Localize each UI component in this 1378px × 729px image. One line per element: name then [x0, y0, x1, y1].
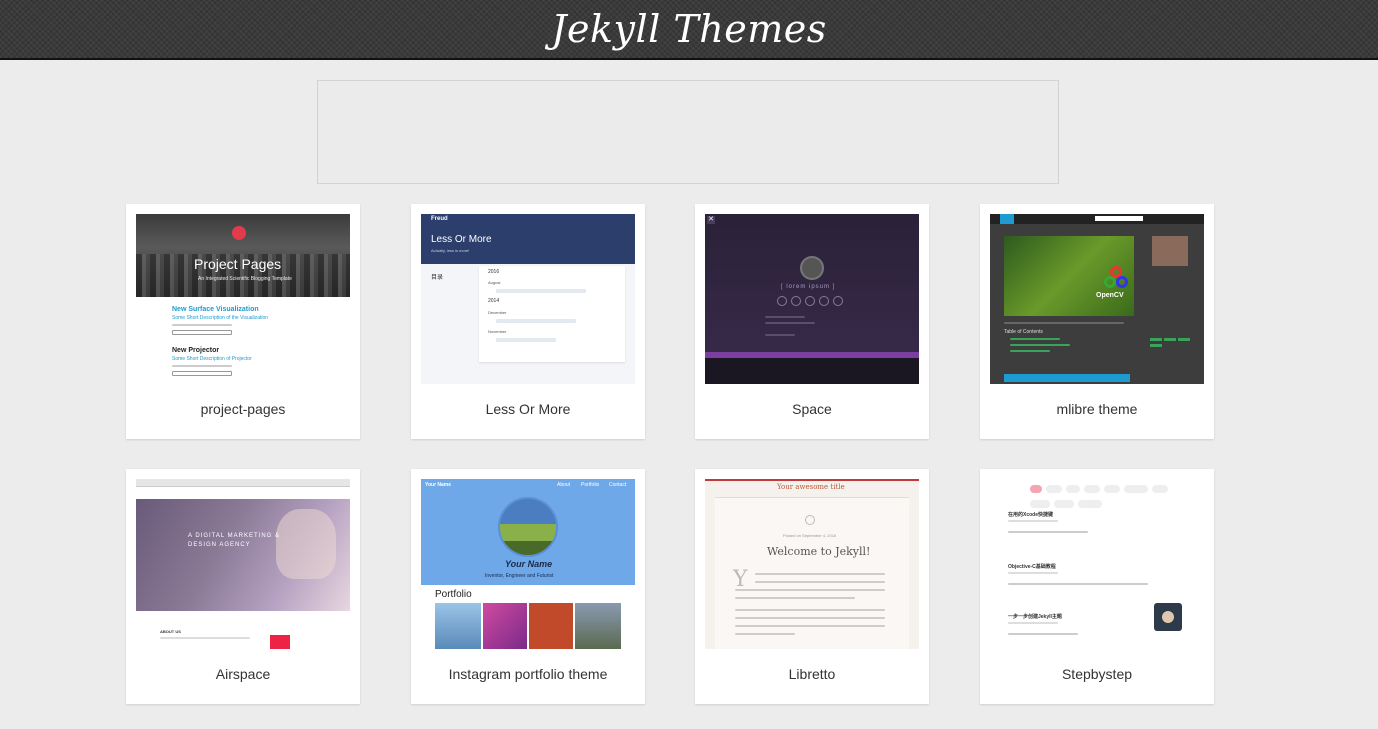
post-subtitle: Some Short Description of the Visualizat… [172, 315, 269, 321]
portfolio-image [435, 603, 481, 649]
post-title: 一步一步创建Jekyll主题 [1008, 614, 1062, 620]
theme-card-libretto[interactable]: Your awesome title Posted on September 4… [695, 469, 929, 704]
theme-card-airspace[interactable]: A DIGITAL MARKETING & DESIGN AGENCY ABOU… [126, 469, 360, 704]
site-title: Your awesome title [777, 483, 845, 491]
theme-thumbnail[interactable]: OpenCV Table of Contents [990, 214, 1204, 384]
theme-thumbnail[interactable]: A DIGITAL MARKETING & DESIGN AGENCY ABOU… [136, 479, 350, 649]
theme-name[interactable]: Space [695, 401, 929, 417]
post-title: New Projector [172, 347, 220, 354]
profile-tagline: Inventor, Engineer and Futurist [485, 573, 554, 579]
social-icon [833, 296, 843, 306]
tag-pill [1078, 500, 1102, 508]
theme-card-stepbystep[interactable]: 在用的Xcode快捷键 Objective-C基础教程 一步一步创建Jekyll… [980, 469, 1214, 704]
hero-title: Project Pages [194, 256, 282, 272]
hero-title: Less Or More [431, 234, 492, 245]
hero-subtitle: An Integrated Scientific Blogging Templa… [198, 276, 292, 282]
theme-card-instagram-portfolio[interactable]: Your Name About Portfolio Contact Your N… [411, 469, 645, 704]
hero-photo: Project Pages An Integrated Scientific B… [136, 214, 350, 297]
hero-banner: Your Name About Portfolio Contact Your N… [421, 479, 635, 585]
hero-line2: DESIGN AGENCY [188, 542, 251, 548]
month-label: August [488, 280, 501, 285]
theme-card-less-or-more[interactable]: Freud Less Or More Actually, less is mor… [411, 204, 645, 439]
post-date: Posted on September 4, 2016 [783, 533, 837, 538]
profile-photo [498, 497, 558, 557]
post-title: 在用的Xcode快捷键 [1008, 512, 1054, 518]
theme-name[interactable]: Libretto [695, 666, 929, 682]
theme-name[interactable]: Stepbystep [980, 666, 1214, 682]
theme-card-project-pages[interactable]: Project Pages An Integrated Scientific B… [126, 204, 360, 439]
profile-name: Your Name [505, 559, 553, 569]
hero-subtitle: Actually, less is more! [431, 248, 470, 253]
post-title: Welcome to Jekyll! [767, 545, 871, 558]
read-more-button [1004, 374, 1130, 382]
avatar [1154, 603, 1182, 631]
theme-thumbnail[interactable]: Your Name About Portfolio Contact Your N… [421, 479, 635, 649]
post-title: New Surface Visualization [172, 306, 259, 313]
theme-thumbnail[interactable]: Your awesome title Posted on September 4… [705, 479, 919, 649]
ad-placeholder [317, 80, 1059, 184]
portfolio-image [529, 603, 573, 649]
nav-link: Contact [609, 482, 627, 488]
tag-pill [1152, 485, 1168, 493]
social-icon [791, 296, 801, 306]
theme-thumbnail[interactable]: 在用的Xcode快捷键 Objective-C基础教程 一步一步创建Jekyll… [990, 479, 1204, 649]
site-title[interactable]: Jekyll Themes [551, 7, 826, 51]
portfolio-image [575, 603, 621, 649]
tag-pill [1104, 485, 1120, 493]
post-image: OpenCV [1004, 236, 1134, 316]
portfolio-image [483, 603, 527, 649]
section-title: Portfolio [435, 589, 472, 600]
brand: Freud [431, 216, 448, 222]
post-subtitle: Some Short Description of Projector [172, 356, 252, 362]
section-title: ABOUT US [160, 629, 181, 634]
tag-pill [1066, 485, 1080, 493]
logo-icon [232, 226, 246, 240]
tag-pill [1084, 485, 1100, 493]
site-header: Jekyll Themes [0, 0, 1378, 60]
avatar [1152, 236, 1188, 266]
close-icon: ✕ [707, 216, 715, 224]
tag-pill [1046, 485, 1062, 493]
month-label: December [488, 310, 507, 315]
hero-banner: Freud Less Or More Actually, less is mor… [421, 214, 635, 264]
theme-name[interactable]: Instagram portfolio theme [411, 666, 645, 682]
social-icon [819, 296, 829, 306]
post-title: Objective-C基础教程 [1008, 564, 1056, 570]
hero-image: A DIGITAL MARKETING & DESIGN AGENCY [136, 499, 350, 611]
brand: Your Name [425, 482, 452, 488]
theme-name[interactable]: mlibre theme [980, 401, 1214, 417]
logo-text: OpenCV [1096, 292, 1124, 299]
theme-card-mlibre[interactable]: OpenCV Table of Contents mlibre theme [980, 204, 1214, 439]
avatar [800, 256, 824, 280]
tag-pill [1124, 485, 1148, 493]
tagline: [ lorem ipsum ] [781, 284, 836, 290]
tag-pill [1054, 500, 1074, 508]
year-label: 2014 [488, 298, 500, 304]
month-label: November [488, 329, 507, 334]
nav-link: Portfolio [581, 482, 600, 488]
theme-name[interactable]: Less Or More [411, 401, 645, 417]
theme-thumbnail[interactable]: Freud Less Or More Actually, less is mor… [421, 214, 635, 384]
social-icon [805, 296, 815, 306]
theme-name[interactable]: Airspace [126, 666, 360, 682]
social-icon [777, 296, 787, 306]
theme-thumbnail[interactable]: ✕ [ lorem ipsum ] [705, 214, 919, 384]
sidebar-title: 目录 [431, 275, 444, 281]
toc-title: Table of Contents [1004, 329, 1043, 335]
theme-thumbnail[interactable]: Project Pages An Integrated Scientific B… [136, 214, 350, 384]
tag-pill [1030, 485, 1042, 493]
search-input [1095, 216, 1143, 221]
year-label: 2016 [488, 269, 500, 275]
hero-line1: A DIGITAL MARKETING & [188, 533, 281, 539]
theme-card-space[interactable]: ✕ [ lorem ipsum ] Space [695, 204, 929, 439]
nav-link: About [557, 482, 571, 488]
tag-pill [1030, 500, 1050, 508]
theme-name[interactable]: project-pages [126, 401, 360, 417]
